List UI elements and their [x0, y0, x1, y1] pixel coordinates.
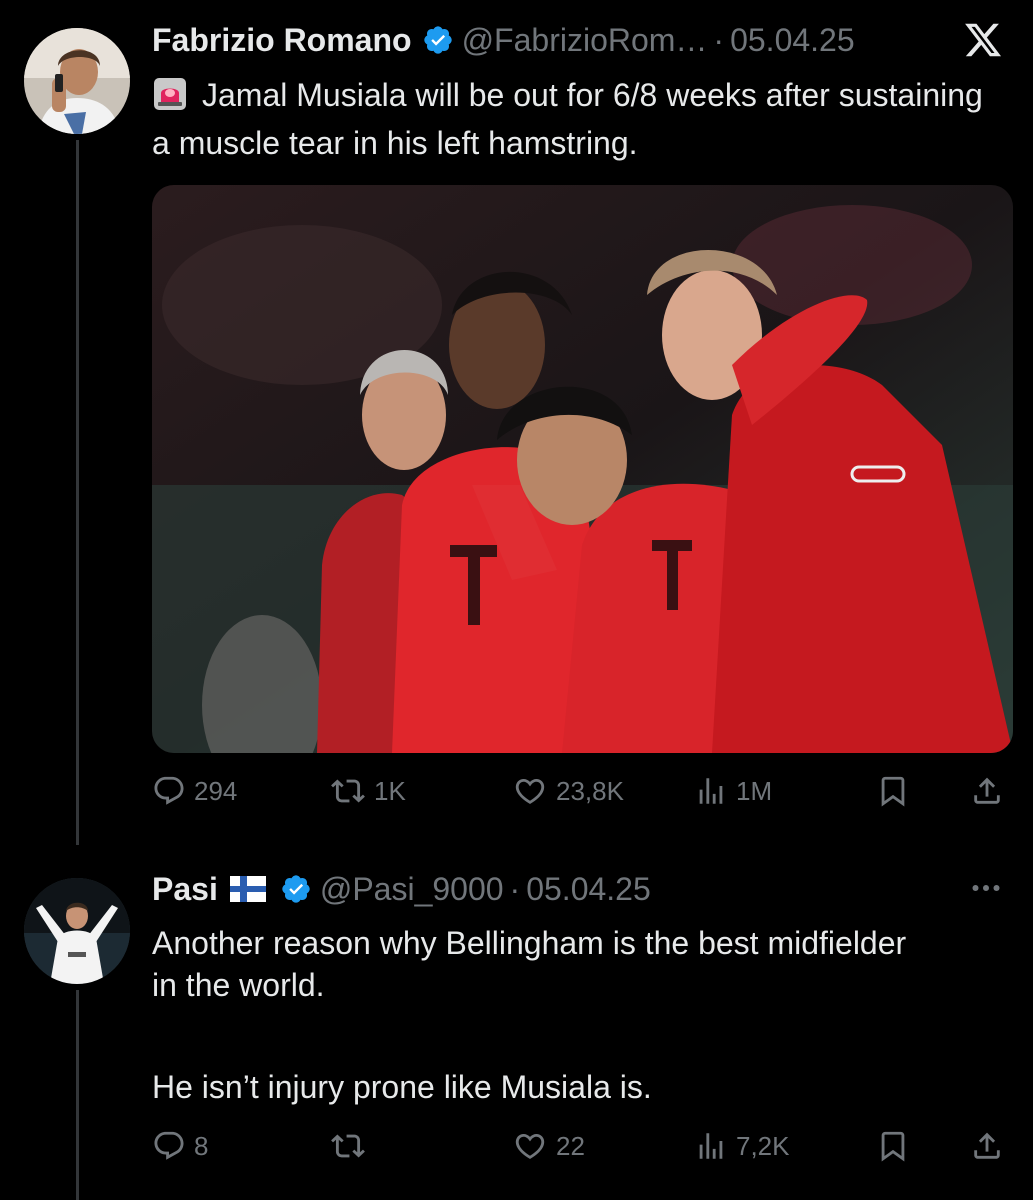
tweet2-text-line1: Another reason why Bellingham is the bes…: [152, 925, 907, 1003]
reply-icon: [154, 776, 184, 805]
tweet2-text-line2: He isn’t injury prone like Musiala is.: [152, 1069, 652, 1105]
repost-button[interactable]: 1K: [330, 774, 406, 808]
like-icon: [515, 778, 545, 804]
bookmark-icon: [881, 776, 905, 807]
tweet1-actions: 294 1K 23,8K 1M: [152, 774, 1013, 814]
views-icon: [699, 778, 723, 804]
thread-line-2: [76, 990, 79, 1200]
author-handle[interactable]: @FabrizioRom…: [462, 20, 708, 60]
like-button[interactable]: 22: [512, 1129, 585, 1163]
verified-badge-icon: [280, 873, 312, 905]
separator: ·: [713, 22, 725, 58]
like-count: 22: [556, 1130, 585, 1161]
like-button[interactable]: 23,8K: [512, 774, 624, 808]
tweet2-actions: 8 22 7,2K: [152, 1129, 1013, 1169]
tweet-date[interactable]: 05.04.25: [730, 20, 855, 60]
bookmark-icon: [881, 1131, 905, 1162]
bookmark-button[interactable]: [876, 1129, 910, 1163]
repost-icon: [331, 1134, 365, 1158]
author-name[interactable]: Pasi: [152, 869, 218, 909]
repost-count: 1K: [374, 775, 406, 806]
tweet1-header: Fabrizio Romano @FabrizioRom… · 05.04.25: [152, 20, 855, 60]
like-count: 23,8K: [556, 775, 624, 806]
view-count: 7,2K: [736, 1130, 790, 1161]
reply-button[interactable]: 294: [152, 774, 237, 808]
tweet2-header: Pasi @Pasi_9000 · 05.04.25: [152, 869, 651, 909]
views-button[interactable]: 7,2K: [694, 1129, 790, 1163]
share-button[interactable]: [970, 774, 1004, 808]
reply-button[interactable]: 8: [152, 1129, 208, 1163]
x-logo-icon[interactable]: [962, 20, 1004, 65]
share-icon: [974, 1132, 1000, 1159]
share-button[interactable]: [970, 1129, 1004, 1163]
thread-line-1: [76, 140, 79, 845]
reply-icon: [154, 1131, 184, 1160]
verified-badge-icon: [422, 24, 454, 56]
repost-button[interactable]: [330, 1129, 374, 1163]
reply-count: 294: [194, 775, 238, 806]
bookmark-button[interactable]: [876, 774, 910, 808]
reply-count: 8: [194, 1130, 209, 1161]
tweet1-text: Jamal Musiala will be out for 6/8 weeks …: [152, 77, 983, 161]
tweet-date[interactable]: 05.04.25: [526, 869, 651, 909]
avatar-pasi[interactable]: [24, 878, 130, 984]
author-handle[interactable]: @Pasi_9000: [320, 869, 504, 909]
siren-icon: [152, 76, 188, 122]
tweet1-photo[interactable]: [152, 185, 1013, 753]
views-button[interactable]: 1M: [694, 774, 772, 808]
finland-flag-icon: [229, 876, 266, 902]
repost-icon: [331, 779, 365, 803]
tweet1-text-container: Jamal Musiala will be out for 6/8 weeks …: [152, 74, 1003, 164]
more-icon[interactable]: [968, 870, 1004, 911]
views-icon: [699, 1133, 723, 1159]
avatar-fabrizio[interactable]: [24, 28, 130, 134]
share-icon: [974, 777, 1000, 804]
author-name[interactable]: Fabrizio Romano: [152, 20, 412, 60]
separator: ·: [509, 871, 521, 907]
like-icon: [515, 1133, 545, 1159]
view-count: 1M: [736, 775, 773, 806]
